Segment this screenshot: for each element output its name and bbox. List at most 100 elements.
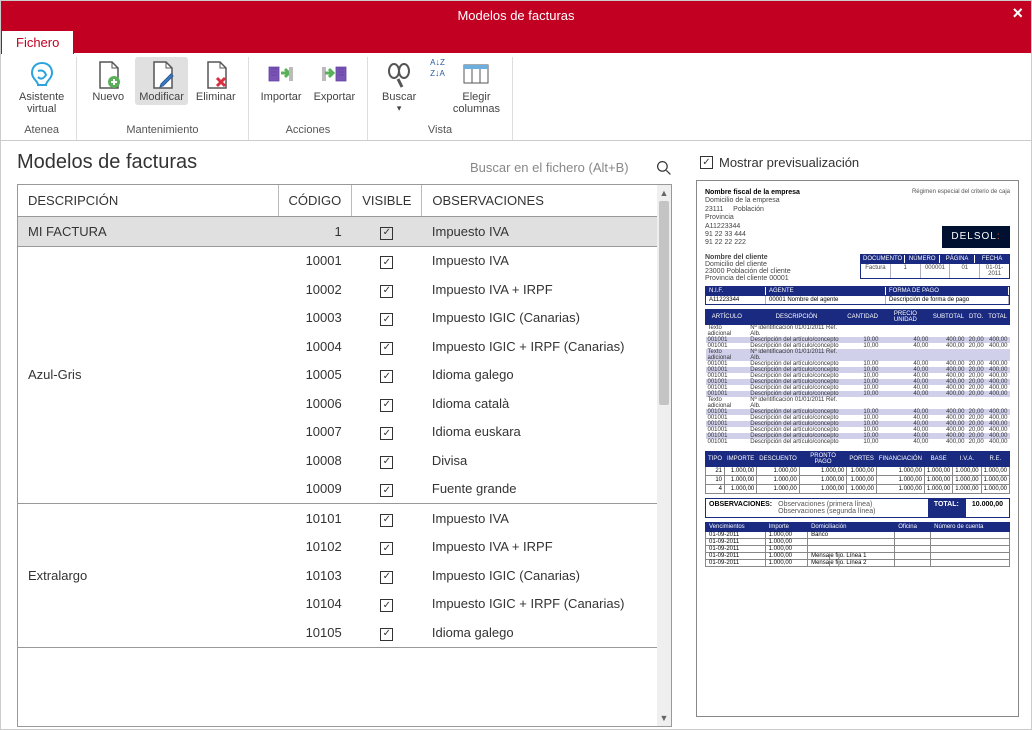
sort-az[interactable]: A↓Z — [430, 57, 445, 68]
search-icon[interactable] — [656, 160, 672, 176]
table-row[interactable]: MI FACTURA1 ✓ Impuesto IVA — [18, 217, 657, 247]
columnas-button[interactable]: Elegir columnas — [449, 57, 504, 117]
modificar-button[interactable]: Modificar — [135, 57, 188, 105]
checkbox-icon: ✓ — [380, 256, 393, 269]
col-observaciones[interactable]: OBSERVACIONES — [422, 185, 657, 217]
group-cell: MI FACTURA — [18, 217, 278, 247]
visible-cell: ✓ — [352, 590, 422, 619]
sort-buttons: A↓Z Z↓A — [430, 57, 445, 79]
visible-cell: ✓ — [352, 304, 422, 333]
edit-icon — [146, 59, 178, 91]
visible-cell: ✓ — [352, 561, 422, 590]
obs-cell: Impuesto IVA — [422, 217, 657, 247]
preview-pane: Nombre fiscal de la empresa Domicilio de… — [696, 180, 1019, 717]
checkbox-icon: ✓ — [380, 342, 393, 355]
pv-observations: OBSERVACIONES: Observaciones (primera lí… — [705, 498, 1010, 518]
group-label: Mantenimiento — [126, 122, 198, 140]
page-title: Modelos de facturas — [17, 151, 197, 174]
obs-cell: Impuesto IGIC + IRPF (Canarias) — [422, 332, 657, 361]
asistente-button[interactable]: Asistente virtual — [15, 57, 68, 117]
obs-cell: Impuesto IGIC + IRPF (Canarias) — [422, 590, 657, 619]
models-table: DESCRIPCIÓN CÓDIGO VISIBLE OBSERVACIONES… — [18, 185, 657, 648]
pv-logo: DELSOL: — [942, 226, 1010, 248]
tab-strip: Fichero — [1, 29, 1031, 53]
checkbox-icon: ✓ — [700, 156, 713, 169]
obs-cell: Impuesto IGIC (Canarias) — [422, 304, 657, 333]
code-cell: 10101 — [278, 504, 352, 533]
checkbox-icon: ✓ — [380, 599, 393, 612]
sort-za[interactable]: Z↓A — [430, 68, 445, 79]
obs-cell: Idioma euskara — [422, 418, 657, 447]
buscar-button[interactable]: Buscar ▾ — [376, 57, 422, 116]
delete-icon — [200, 59, 232, 91]
obs-cell: Impuesto IVA — [422, 504, 657, 533]
col-descripcion[interactable]: DESCRIPCIÓN — [18, 185, 278, 217]
code-cell: 10008 — [278, 446, 352, 475]
tab-fichero[interactable]: Fichero — [1, 30, 74, 54]
code-cell: 10102 — [278, 533, 352, 562]
code-cell: 10007 — [278, 418, 352, 447]
col-codigo[interactable]: CÓDIGO — [278, 185, 352, 217]
visible-cell: ✓ — [352, 446, 422, 475]
group-label: Acciones — [286, 122, 331, 140]
code-cell: 10004 — [278, 332, 352, 361]
code-cell: 10005 — [278, 361, 352, 390]
table-row[interactable]: Extralargo10101✓Impuesto IVA — [18, 504, 657, 533]
checkbox-icon: ✓ — [380, 456, 393, 469]
import-icon — [265, 59, 297, 91]
ribbon: Asistente virtual Atenea Nuevo Modificar — [1, 53, 1031, 141]
code-cell: 10103 — [278, 561, 352, 590]
code-cell: 10002 — [278, 275, 352, 304]
visible-cell: ✓ — [352, 246, 422, 275]
checkbox-icon: ✓ — [380, 514, 393, 527]
window-title: Modelos de facturas — [457, 8, 574, 23]
obs-cell: Impuesto IVA + IRPF — [422, 275, 657, 304]
importar-button[interactable]: Importar — [257, 57, 306, 105]
checkbox-icon: ✓ — [380, 313, 393, 326]
nuevo-button[interactable]: Nuevo — [85, 57, 131, 105]
group-label: Atenea — [24, 122, 59, 140]
pv-docinfo: DOCUMENTONÚMEROPÁGINAFECHA Factura100000… — [860, 254, 1010, 282]
visible-cell: ✓ — [352, 275, 422, 304]
new-icon — [92, 59, 124, 91]
checkbox-icon: ✓ — [380, 427, 393, 440]
pv-nif-bar: N.I.F.AGENTEFORMA DE PAGO A1122334400001… — [705, 286, 1010, 305]
table-row[interactable]: Azul-Gris10001✓Impuesto IVA — [18, 246, 657, 275]
obs-cell: Idioma galego — [422, 361, 657, 390]
eliminar-button[interactable]: Eliminar — [192, 57, 240, 105]
checkbox-icon: ✓ — [380, 542, 393, 555]
scroll-down[interactable]: ▼ — [657, 710, 671, 726]
table-container: DESCRIPCIÓN CÓDIGO VISIBLE OBSERVACIONES… — [17, 184, 672, 727]
pv-company: Nombre fiscal de la empresa Domicilio de… — [705, 189, 800, 248]
checkbox-icon: ✓ — [380, 285, 393, 298]
obs-cell: Fuente grande — [422, 475, 657, 504]
checkbox-icon: ✓ — [380, 227, 393, 240]
export-icon — [318, 59, 350, 91]
checkbox-icon: ✓ — [380, 399, 393, 412]
visible-cell: ✓ — [352, 332, 422, 361]
assistant-icon — [26, 59, 58, 91]
title-bar: Modelos de facturas × — [1, 1, 1031, 29]
pv-regimen: Régimen especial del criterio de caja — [912, 189, 1010, 196]
search-input[interactable] — [470, 160, 650, 175]
code-cell: 1 — [278, 217, 352, 247]
columns-icon — [460, 59, 492, 91]
visible-cell: ✓ — [352, 418, 422, 447]
visible-cell: ✓ — [352, 618, 422, 647]
col-visible[interactable]: VISIBLE — [352, 185, 422, 217]
scrollbar[interactable]: ▲ ▼ — [657, 185, 671, 726]
code-cell: 10104 — [278, 590, 352, 619]
checkbox-icon: ✓ — [380, 571, 393, 584]
code-cell: 10105 — [278, 618, 352, 647]
code-cell: 10001 — [278, 246, 352, 275]
checkbox-icon: ✓ — [380, 484, 393, 497]
obs-cell: Idioma català — [422, 389, 657, 418]
close-button[interactable]: × — [1012, 3, 1023, 24]
obs-cell: Impuesto IVA — [422, 246, 657, 275]
visible-cell: ✓ — [352, 389, 422, 418]
scroll-up[interactable]: ▲ — [657, 185, 671, 201]
exportar-button[interactable]: Exportar — [310, 57, 360, 105]
show-preview-toggle[interactable]: ✓ Mostrar previsualización — [700, 155, 1019, 170]
obs-cell: Idioma galego — [422, 618, 657, 647]
obs-cell: Impuesto IGIC (Canarias) — [422, 561, 657, 590]
